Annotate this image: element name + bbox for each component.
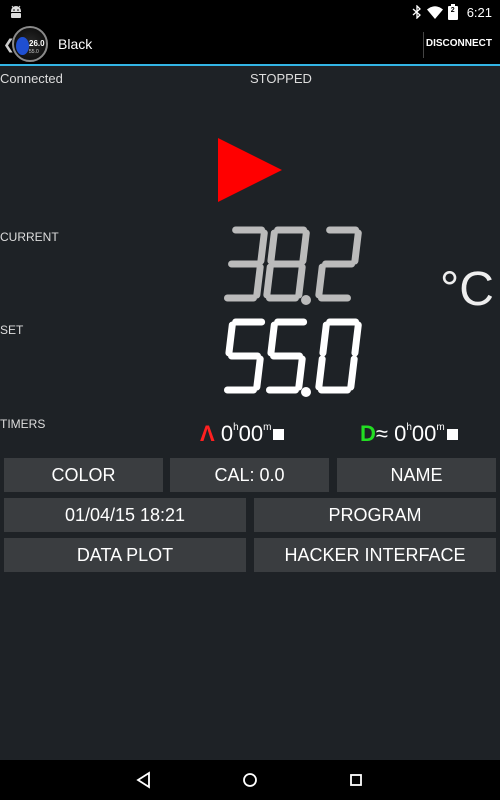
timers-label: TIMERS <box>0 417 46 431</box>
segment-b <box>299 229 310 265</box>
set-temperature-display[interactable] <box>218 318 383 400</box>
up-timer-m-unit: m <box>263 422 272 433</box>
segment-c <box>253 263 264 299</box>
down-timer-hours: 0 <box>394 421 407 446</box>
segment-f <box>267 229 278 265</box>
play-icon[interactable] <box>218 138 282 202</box>
decimal-point <box>301 295 311 305</box>
disconnect-button[interactable]: DISCONNECT <box>426 38 492 49</box>
segment-f <box>225 321 236 357</box>
segment-b <box>351 229 362 265</box>
color-button[interactable]: COLOR <box>4 458 163 492</box>
home-icon[interactable] <box>240 770 260 790</box>
up-timer-symbol: Λ <box>200 421 215 446</box>
down-timer-symbol: D <box>360 421 376 446</box>
segment-c <box>295 355 306 391</box>
up-timer-hours: 0 <box>220 421 234 446</box>
program-button[interactable]: PROGRAM <box>254 498 496 532</box>
segment-b <box>257 229 268 265</box>
datetime-button[interactable]: 01/04/15 18:21 <box>4 498 246 532</box>
device-title: Black <box>58 36 93 52</box>
status-bar: 2 6:21 <box>0 0 500 24</box>
action-bar: ❮ 26.0 55.0 Black DISCONNECT <box>0 24 500 66</box>
down-timer[interactable]: D≈ 0h00m <box>360 421 458 447</box>
up-timer-stop-icon <box>273 429 285 440</box>
down-timer-stop-icon <box>446 429 458 440</box>
unit-label: °C <box>440 263 494 316</box>
app-icon-sub: 55.0 <box>29 49 39 55</box>
segment-f <box>319 321 330 357</box>
down-timer-m-unit: m <box>436 422 445 433</box>
segment-c <box>253 355 264 391</box>
back-icon[interactable] <box>134 770 154 790</box>
segment-c <box>347 355 358 391</box>
wifi-icon <box>426 5 443 19</box>
segment-f <box>267 321 278 357</box>
battery-level: 2 <box>450 7 455 14</box>
hacker-interface-button[interactable]: HACKER INTERFACE <box>254 538 496 572</box>
segment-b <box>351 321 362 357</box>
segment-e <box>315 263 326 299</box>
run-state: STOPPED <box>250 71 312 86</box>
segment-c <box>295 263 306 299</box>
navigation-bar <box>0 760 500 800</box>
current-temperature-display <box>223 226 362 305</box>
bluetooth-icon <box>412 5 421 19</box>
data-plot-button[interactable]: DATA PLOT <box>4 538 246 572</box>
calibration-button[interactable]: CAL: 0.0 <box>170 458 329 492</box>
name-button[interactable]: NAME <box>337 458 496 492</box>
app-icon-reading: 26.0 <box>29 39 45 48</box>
decimal-point <box>301 387 311 397</box>
segment-e <box>315 355 326 391</box>
up-timer-minutes: 00 <box>238 421 264 446</box>
recents-icon[interactable] <box>346 770 366 790</box>
set-label: SET <box>0 323 24 337</box>
action-divider <box>423 32 424 58</box>
connection-status: Connected <box>0 71 63 86</box>
current-label: CURRENT <box>0 230 59 244</box>
down-timer-approx: ≈ <box>375 421 388 446</box>
clock: 6:21 <box>466 4 492 20</box>
android-icon <box>11 5 21 18</box>
down-timer-minutes: 00 <box>411 421 437 446</box>
segment-e <box>263 263 274 299</box>
bluetooth-badge-icon <box>16 37 29 55</box>
up-timer[interactable]: Λ 0h00m <box>200 421 285 447</box>
battery-icon: 2 <box>447 4 458 20</box>
app-icon[interactable]: 26.0 55.0 <box>12 26 48 62</box>
